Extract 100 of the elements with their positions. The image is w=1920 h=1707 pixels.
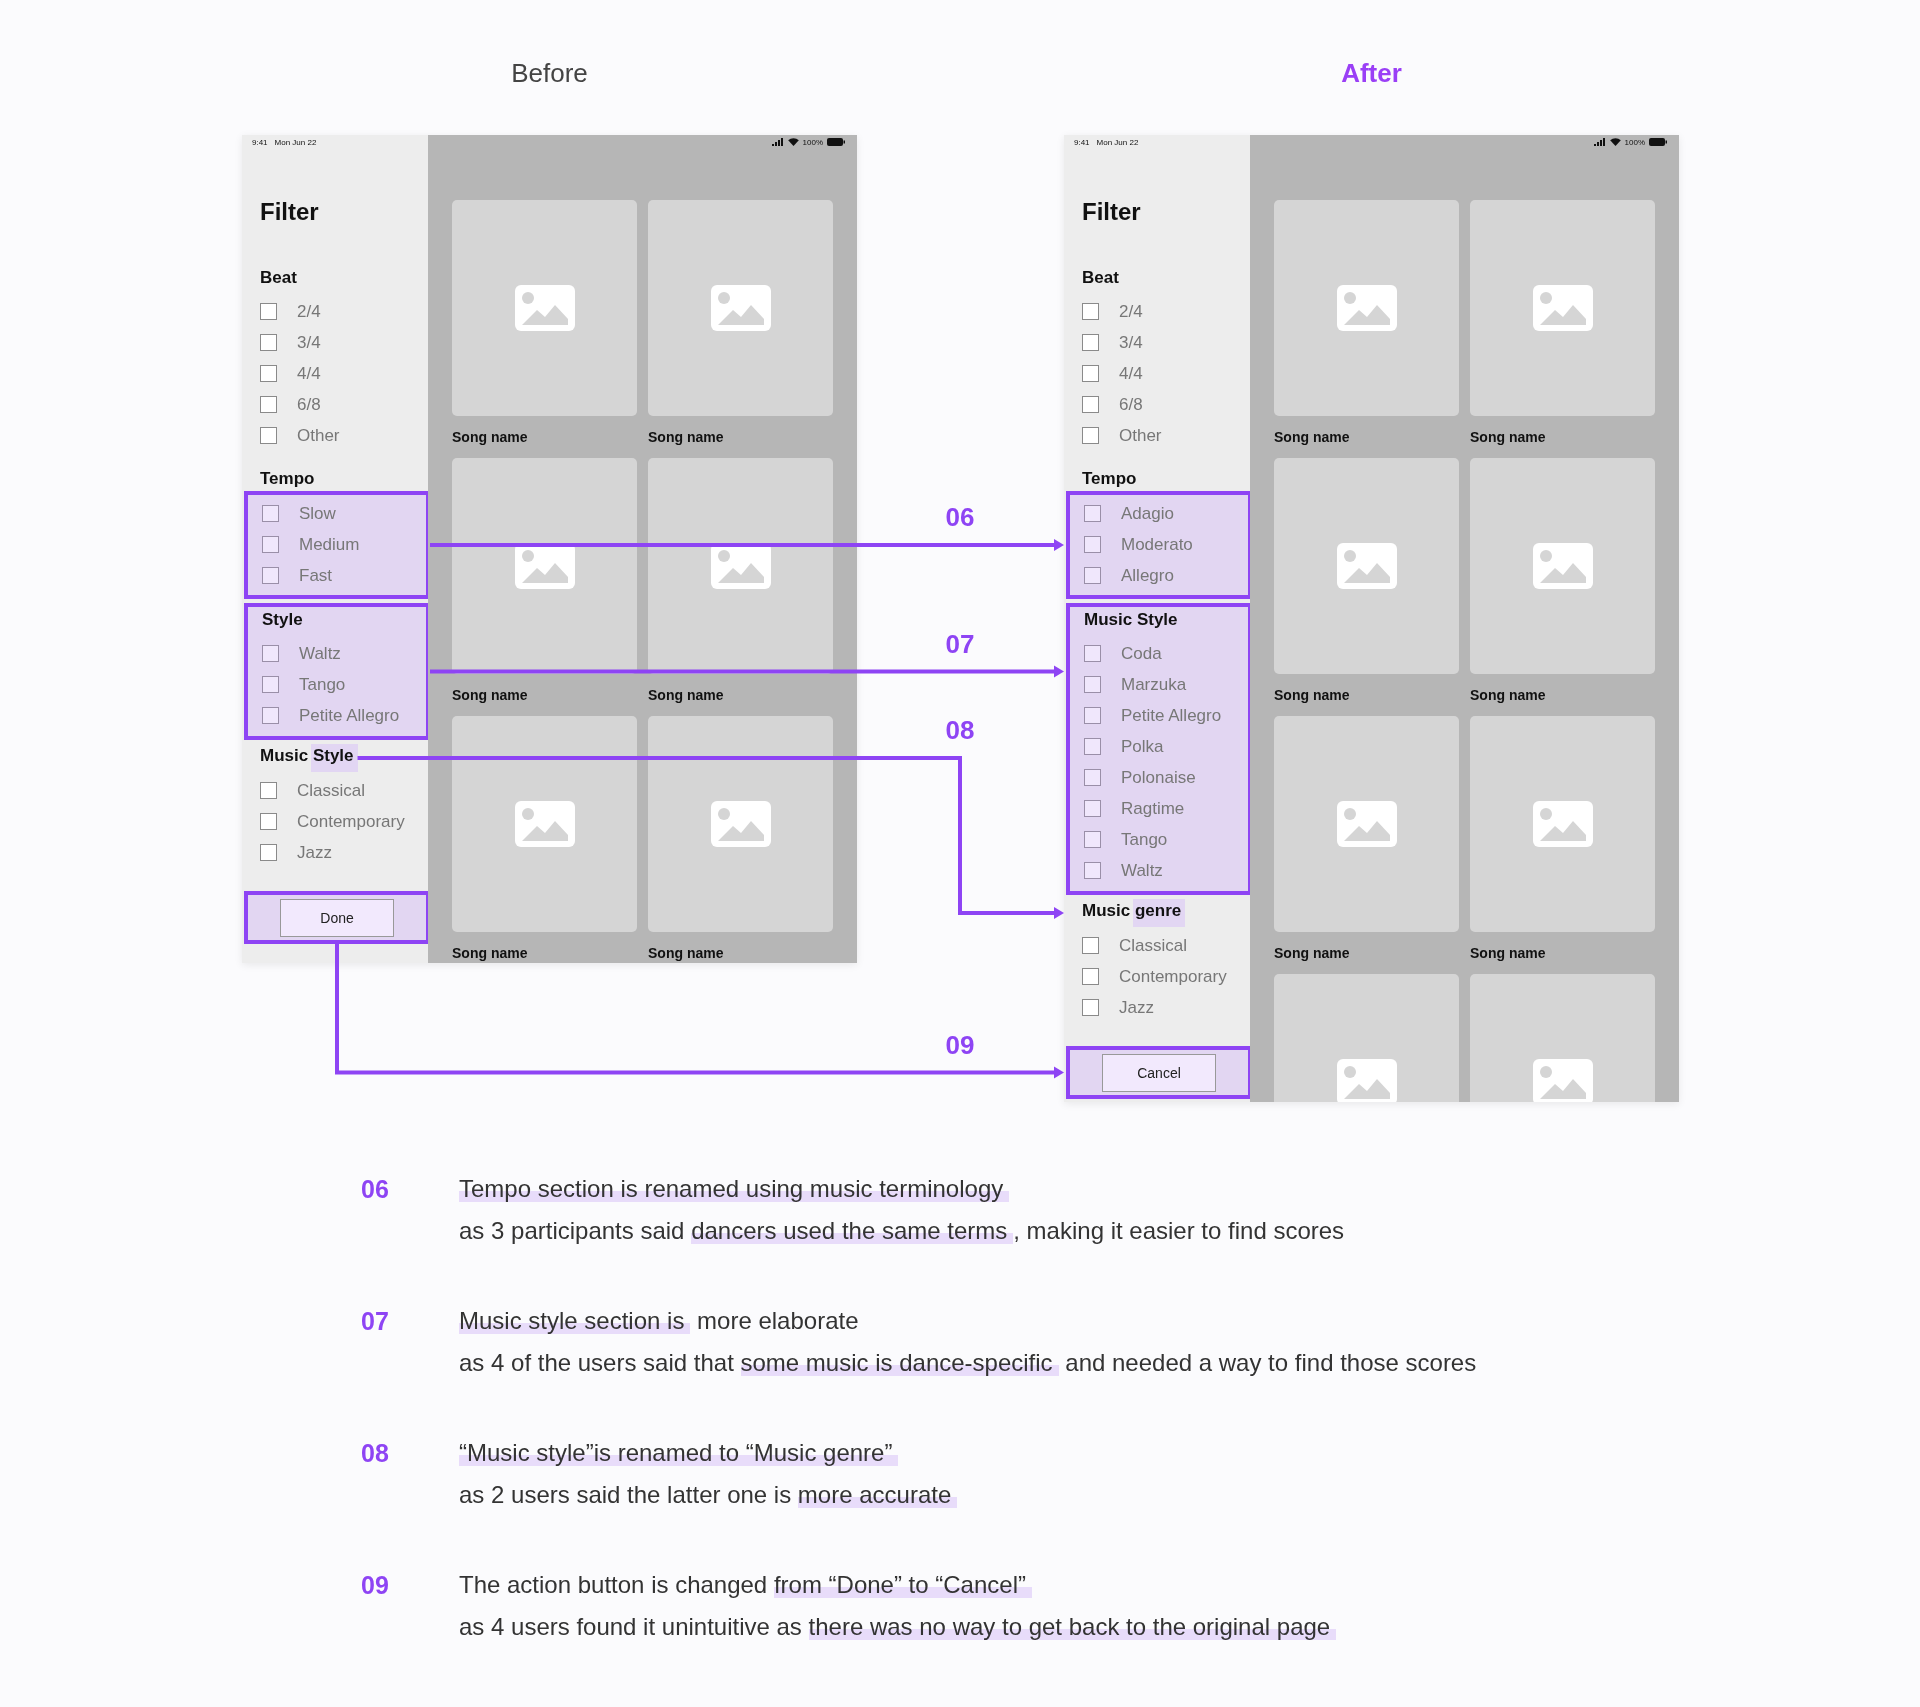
option-label[interactable]: Fast [299, 565, 333, 586]
checkbox[interactable] [1084, 769, 1101, 786]
checkbox[interactable] [262, 536, 279, 553]
checkbox[interactable] [260, 844, 277, 861]
option-label[interactable]: 4/4 [297, 363, 321, 384]
filter-title: Filter [259, 197, 320, 227]
screen-title: After [1341, 57, 1402, 90]
section-heading: Music Style [1083, 609, 1179, 631]
section-heading: Music Style [242, 744, 428, 772]
image-icon [514, 801, 575, 847]
image-icon [1532, 285, 1593, 331]
checkbox[interactable] [262, 567, 279, 584]
filter-title: Filter [1081, 197, 1142, 227]
checkbox[interactable] [260, 334, 277, 351]
checkbox[interactable] [262, 676, 279, 693]
song-name[interactable]: Song name [452, 686, 528, 704]
checkbox[interactable] [262, 645, 279, 662]
option-label[interactable]: Petite Allegro [299, 705, 400, 726]
note-number: 08 [361, 1438, 390, 1469]
option-label[interactable]: Waltz [299, 643, 341, 664]
image-icon [710, 285, 771, 331]
checkbox[interactable] [1082, 999, 1099, 1016]
checkbox[interactable] [260, 396, 277, 413]
checkbox[interactable] [1082, 303, 1099, 320]
checkbox[interactable] [1082, 365, 1099, 382]
option-label[interactable]: 3/4 [1119, 332, 1143, 353]
checkbox[interactable] [260, 303, 277, 320]
song-name[interactable]: Song name [452, 944, 528, 962]
option-label[interactable]: Coda [1121, 643, 1162, 664]
option-label[interactable]: 6/8 [1119, 394, 1143, 415]
song-name[interactable]: Song name [1274, 428, 1350, 446]
checkbox[interactable] [262, 505, 279, 522]
checkbox[interactable] [1082, 968, 1099, 985]
option-label[interactable]: Other [297, 425, 340, 446]
checkbox[interactable] [1084, 536, 1101, 553]
option-label[interactable]: Ragtime [1121, 798, 1185, 819]
song-name[interactable]: Song name [648, 428, 724, 446]
song-name[interactable]: Song name [1274, 944, 1350, 962]
option-label[interactable]: 4/4 [1119, 363, 1143, 384]
option-label[interactable]: Tango [299, 674, 346, 695]
checkbox[interactable] [1082, 396, 1099, 413]
option-label[interactable]: 2/4 [297, 301, 321, 322]
option-label[interactable]: 6/8 [297, 394, 321, 415]
section-heading: Music genre [1064, 899, 1250, 927]
section-heading: Beat [1081, 267, 1120, 289]
checkbox[interactable] [1084, 862, 1101, 879]
checkbox[interactable] [262, 707, 279, 724]
checkbox[interactable] [260, 782, 277, 799]
option-label[interactable]: Medium [299, 534, 360, 555]
option-label[interactable]: Jazz [1119, 997, 1154, 1018]
option-label[interactable]: Classical [297, 780, 366, 801]
option-label[interactable]: Adagio [1121, 503, 1174, 524]
song-name[interactable]: Song name [1470, 944, 1546, 962]
checkbox[interactable] [1084, 505, 1101, 522]
section-heading: Tempo [1081, 468, 1138, 490]
image-icon [1532, 543, 1593, 589]
option-label[interactable]: Other [1119, 425, 1162, 446]
checkbox[interactable] [1084, 738, 1101, 755]
song-name[interactable]: Song name [648, 944, 724, 962]
option-label[interactable]: Tango [1121, 829, 1168, 850]
image-icon [1336, 801, 1397, 847]
option-label[interactable]: Jazz [297, 842, 332, 863]
checkbox[interactable] [1082, 427, 1099, 444]
song-name[interactable]: Song name [1470, 428, 1546, 446]
note-number: 07 [361, 1306, 390, 1337]
option-label[interactable]: Polka [1121, 736, 1164, 757]
checkbox[interactable] [1084, 645, 1101, 662]
checkbox[interactable] [1084, 676, 1101, 693]
action-button[interactable]: Cancel [1102, 1053, 1216, 1092]
checkbox[interactable] [260, 365, 277, 382]
option-label[interactable]: Polonaise [1121, 767, 1196, 788]
option-label[interactable]: Classical [1119, 935, 1188, 956]
checkbox[interactable] [1082, 334, 1099, 351]
note-number: 09 [361, 1570, 390, 1601]
checkbox[interactable] [1084, 831, 1101, 848]
song-name[interactable]: Song name [1470, 686, 1546, 704]
option-label[interactable]: Contemporary [1119, 966, 1227, 987]
checkbox[interactable] [260, 813, 277, 830]
option-label[interactable]: Petite Allegro [1121, 705, 1222, 726]
note-line: as 4 of the users said that some music is dance-specific and needed a way to find those scores [459, 1348, 1477, 1378]
image-icon [1336, 285, 1397, 331]
option-label[interactable]: Marzuka [1121, 674, 1187, 695]
option-label[interactable]: Waltz [1121, 860, 1163, 881]
checkbox[interactable] [1084, 567, 1101, 584]
status-date: Mon Jun 22 [274, 137, 317, 147]
option-label[interactable]: Allegro [1121, 565, 1174, 586]
checkbox[interactable] [1084, 800, 1101, 817]
song-name[interactable]: Song name [452, 428, 528, 446]
action-button[interactable]: Done [280, 898, 394, 937]
checkbox[interactable] [1082, 937, 1099, 954]
option-label[interactable]: 2/4 [1119, 301, 1143, 322]
option-label[interactable]: Contemporary [297, 811, 405, 832]
battery-percent: 100% [802, 137, 823, 147]
option-label[interactable]: Slow [299, 503, 336, 524]
checkbox[interactable] [260, 427, 277, 444]
option-label[interactable]: 3/4 [297, 332, 321, 353]
song-name[interactable]: Song name [648, 686, 724, 704]
option-label[interactable]: Moderato [1121, 534, 1193, 555]
song-name[interactable]: Song name [1274, 686, 1350, 704]
checkbox[interactable] [1084, 707, 1101, 724]
